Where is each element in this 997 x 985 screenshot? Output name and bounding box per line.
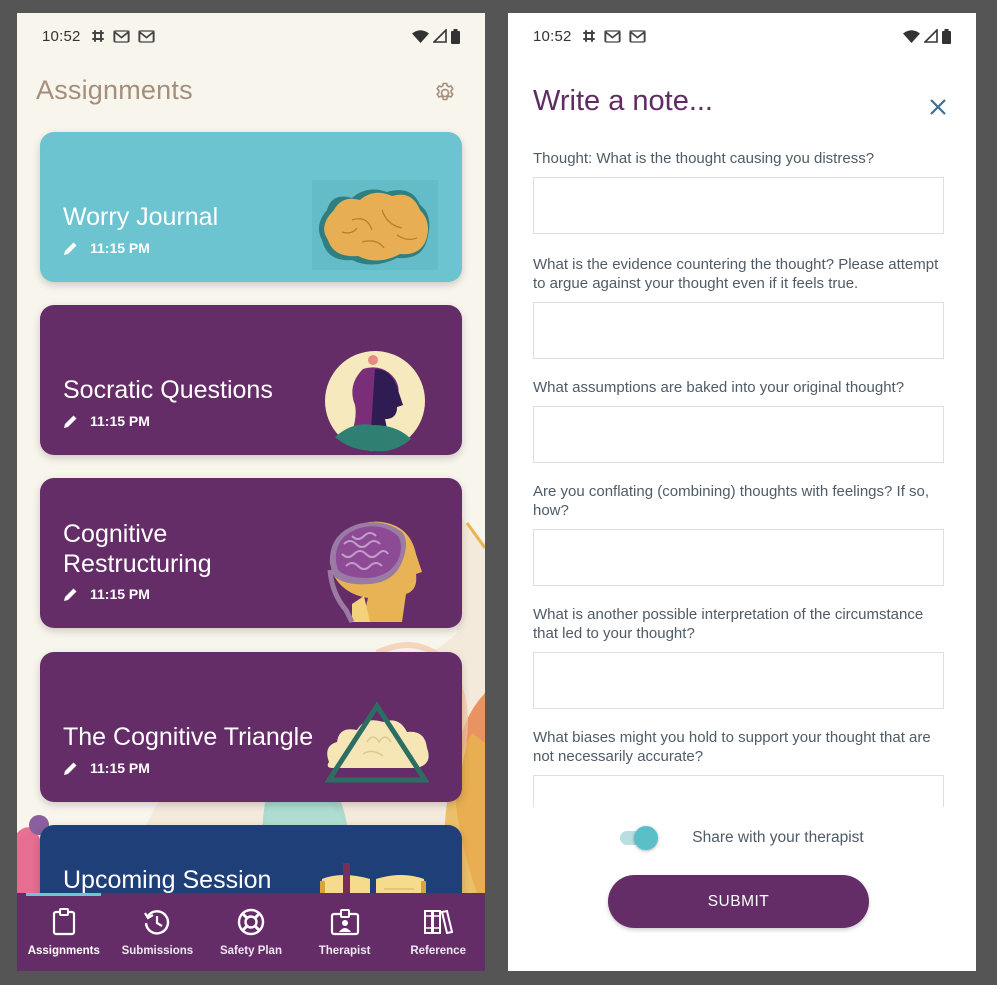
head-silhouette-illustration <box>325 351 425 452</box>
answer-input[interactable] <box>533 529 944 586</box>
nav-label: Safety Plan <box>219 945 282 957</box>
share-label: Share with your therapist <box>692 829 864 846</box>
nav-therapist[interactable]: Therapist <box>298 893 392 971</box>
answer-input[interactable] <box>533 775 944 807</box>
close-icon[interactable] <box>928 97 948 117</box>
clipboard-icon <box>52 908 75 936</box>
question-label: Thought: What is the thought causing you… <box>533 150 875 167</box>
toggle-knob <box>634 826 659 850</box>
question-biases: What biases might you hold to support yo… <box>533 728 945 807</box>
card-time: 11:15 PM <box>90 413 150 429</box>
assignment-card-cognitive-restructuring[interactable]: Cognitive Restructuring 11:15 PM <box>40 478 462 628</box>
nav-safety-plan[interactable]: Safety Plan <box>204 893 298 971</box>
pencil-icon <box>64 588 77 601</box>
answer-input[interactable] <box>533 177 944 234</box>
question-thought: Thought: What is the thought causing you… <box>533 149 945 234</box>
page-title: Write a note... <box>533 85 713 117</box>
question-label: What is another possible interpretation … <box>533 606 924 642</box>
brain-cloud-illustration <box>312 180 438 270</box>
page-title: Assignments <box>36 75 193 105</box>
nav-reference[interactable]: Reference <box>391 893 485 971</box>
card-title: Socratic Questions <box>63 376 273 404</box>
question-conflating: Are you conflating (combining) thoughts … <box>533 482 945 586</box>
answer-input[interactable] <box>533 406 944 463</box>
share-row: Share with your therapist <box>508 826 976 850</box>
gmail-icon <box>112 29 130 43</box>
lifebuoy-icon <box>237 908 265 936</box>
pencil-icon <box>64 242 77 255</box>
question-interpretation: What is another possible interpretation … <box>533 605 945 709</box>
status-bar: 10:52 <box>508 13 976 59</box>
history-icon <box>144 910 170 935</box>
slack-icon <box>91 30 104 42</box>
share-toggle[interactable] <box>620 826 659 850</box>
card-title: Cognitive Restructuring <box>63 519 212 579</box>
card-title: Worry Journal <box>63 203 219 231</box>
answer-input[interactable] <box>533 302 944 359</box>
cell-signal-icon <box>433 29 447 43</box>
card-title-line: Restructuring <box>63 550 212 578</box>
books-icon <box>424 909 454 935</box>
battery-icon <box>942 28 951 44</box>
assignment-card-cognitive-triangle[interactable]: The Cognitive Triangle 11:15 PM <box>40 652 462 802</box>
brain-head-illustration <box>327 521 422 624</box>
assignment-card-worry-journal[interactable]: Worry Journal 11:15 PM <box>40 132 462 282</box>
question-evidence: What is the evidence countering the thou… <box>533 255 945 359</box>
gmail-icon <box>137 29 155 43</box>
question-label: Are you conflating (combining) thoughts … <box>533 483 930 519</box>
battery-icon <box>451 28 460 44</box>
triangle-cloud-illustration <box>324 702 430 783</box>
nav-submissions[interactable]: Submissions <box>111 893 205 971</box>
bottom-navigation: Assignments Submissions Safety Plan Ther… <box>17 893 485 971</box>
submit-button[interactable]: SUBMIT <box>608 875 869 928</box>
gear-icon[interactable] <box>433 81 457 105</box>
note-form: Thought: What is the thought causing you… <box>533 149 945 807</box>
wifi-icon <box>903 29 920 43</box>
gmail-icon <box>628 29 646 43</box>
status-time: 10:52 <box>42 27 81 45</box>
status-time: 10:52 <box>533 27 572 45</box>
slack-icon <box>582 30 595 42</box>
answer-input[interactable] <box>533 652 944 709</box>
cell-signal-icon <box>924 29 938 43</box>
wifi-icon <box>412 29 429 43</box>
active-tab-indicator <box>26 893 101 896</box>
question-label: What assumptions are baked into your ori… <box>533 379 905 396</box>
card-time: 11:15 PM <box>90 586 150 602</box>
write-note-screen: 10:52 Write a note... Thought: What is t… <box>508 13 976 971</box>
question-label: What is the evidence countering the thou… <box>533 256 939 292</box>
card-time: 11:15 PM <box>90 760 150 776</box>
assignment-card-socratic-questions[interactable]: Socratic Questions 11:15 PM <box>40 305 462 455</box>
nav-label: Submissions <box>121 945 194 957</box>
nav-label: Assignments <box>27 945 100 957</box>
question-assumptions: What assumptions are baked into your ori… <box>533 378 945 463</box>
pencil-icon <box>64 762 77 775</box>
card-title: The Cognitive Triangle <box>63 723 314 751</box>
status-bar: 10:52 <box>17 13 485 59</box>
nav-label: Therapist <box>318 945 371 957</box>
question-label: What biases might you hold to support yo… <box>533 729 931 765</box>
card-time: 11:15 PM <box>90 240 150 256</box>
nav-label: Reference <box>410 945 466 957</box>
gmail-icon <box>603 29 621 43</box>
card-title-line: Cognitive <box>63 520 168 548</box>
nav-assignments[interactable]: Assignments <box>17 893 111 971</box>
pencil-icon <box>64 415 77 428</box>
assignments-screen: 10:52 Assignments Worry Journal 11:15 PM <box>17 13 485 971</box>
card-title: Upcoming Session <box>63 866 272 894</box>
id-badge-icon <box>330 909 359 936</box>
